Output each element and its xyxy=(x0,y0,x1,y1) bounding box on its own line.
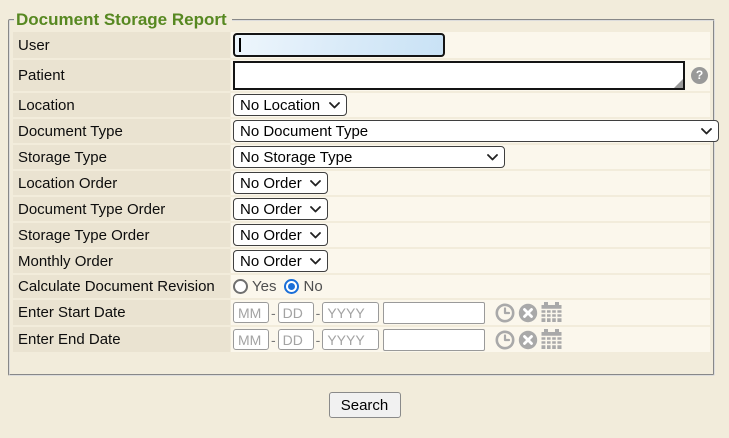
table-row: Document Type Order No Order xyxy=(13,197,710,221)
location-label: Location xyxy=(13,93,230,117)
end-date-full-input[interactable] xyxy=(383,329,485,351)
document-type-select[interactable]: No Document Type xyxy=(233,120,719,142)
location-select[interactable]: No Location xyxy=(233,94,347,116)
user-input[interactable] xyxy=(233,33,445,57)
revision-yes-label: Yes xyxy=(252,278,276,295)
monthly-order-select[interactable]: No Order xyxy=(233,250,328,272)
start-date-label: Enter Start Date xyxy=(13,300,230,325)
table-row: Enter Start Date - - xyxy=(13,300,710,325)
search-button[interactable]: Search xyxy=(329,392,401,418)
document-type-order-select[interactable]: No Order xyxy=(233,198,328,220)
chevron-down-icon xyxy=(487,154,498,161)
table-row: User xyxy=(13,32,710,58)
end-day-input[interactable] xyxy=(278,329,314,350)
end-date-label: Enter End Date xyxy=(13,327,230,352)
start-month-input[interactable] xyxy=(233,302,269,323)
storage-type-order-label: Storage Type Order xyxy=(13,223,230,247)
chevron-down-icon xyxy=(701,128,712,135)
calculate-document-revision-label: Calculate Document Revision xyxy=(13,275,230,298)
start-date-full-input[interactable] xyxy=(383,302,485,324)
calendar-icon[interactable] xyxy=(541,302,563,323)
table-row: Storage Type No Storage Type xyxy=(13,145,710,169)
clear-icon[interactable] xyxy=(518,303,538,323)
date-separator: - xyxy=(271,332,276,348)
revision-no-radio[interactable] xyxy=(284,279,299,294)
clear-icon[interactable] xyxy=(518,330,538,350)
revision-yes-radio[interactable] xyxy=(233,279,248,294)
resize-handle[interactable] xyxy=(674,79,683,88)
report-form-table: User Patient ? Location xyxy=(12,30,711,354)
end-year-input[interactable] xyxy=(322,329,379,350)
chevron-down-icon xyxy=(329,102,340,109)
patient-label: Patient xyxy=(13,60,230,91)
end-month-input[interactable] xyxy=(233,329,269,350)
start-day-input[interactable] xyxy=(278,302,314,323)
button-row: Search xyxy=(0,392,729,418)
report-fieldset: Document Storage Report User Patient ? xyxy=(8,10,715,376)
storage-type-order-select[interactable]: No Order xyxy=(233,224,328,246)
page-title: Document Storage Report xyxy=(14,10,232,30)
table-row: Monthly Order No Order xyxy=(13,249,710,273)
document-type-select-value: No Document Type xyxy=(240,123,368,140)
date-separator: - xyxy=(316,332,321,348)
table-row: Document Type No Document Type xyxy=(13,119,710,143)
document-type-order-label: Document Type Order xyxy=(13,197,230,221)
text-caret xyxy=(239,38,241,52)
table-row: Location No Location xyxy=(13,93,710,117)
revision-no-label: No xyxy=(303,278,322,295)
storage-type-label: Storage Type xyxy=(13,145,230,169)
location-order-select-value: No Order xyxy=(240,175,302,192)
help-icon[interactable]: ? xyxy=(691,67,708,84)
clock-icon[interactable] xyxy=(495,303,515,323)
calendar-icon[interactable] xyxy=(541,329,563,350)
start-year-input[interactable] xyxy=(322,302,379,323)
table-row: Calculate Document Revision Yes No xyxy=(13,275,710,298)
chevron-down-icon xyxy=(310,232,321,239)
storage-type-order-select-value: No Order xyxy=(240,227,302,244)
location-order-select[interactable]: No Order xyxy=(233,172,328,194)
document-type-order-select-value: No Order xyxy=(240,201,302,218)
table-row: Location Order No Order xyxy=(13,171,710,195)
date-separator: - xyxy=(271,305,276,321)
date-separator: - xyxy=(316,305,321,321)
table-row: Patient ? xyxy=(13,60,710,91)
table-row: Storage Type Order No Order xyxy=(13,223,710,247)
user-label: User xyxy=(13,32,230,58)
document-type-label: Document Type xyxy=(13,119,230,143)
chevron-down-icon xyxy=(310,180,321,187)
table-row: Enter End Date - - xyxy=(13,327,710,352)
storage-type-select-value: No Storage Type xyxy=(240,149,352,166)
chevron-down-icon xyxy=(310,206,321,213)
location-order-label: Location Order xyxy=(13,171,230,195)
patient-input[interactable] xyxy=(233,61,685,90)
monthly-order-select-value: No Order xyxy=(240,253,302,270)
chevron-down-icon xyxy=(310,258,321,265)
monthly-order-label: Monthly Order xyxy=(13,249,230,273)
clock-icon[interactable] xyxy=(495,330,515,350)
location-select-value: No Location xyxy=(240,97,320,114)
storage-type-select[interactable]: No Storage Type xyxy=(233,146,505,168)
